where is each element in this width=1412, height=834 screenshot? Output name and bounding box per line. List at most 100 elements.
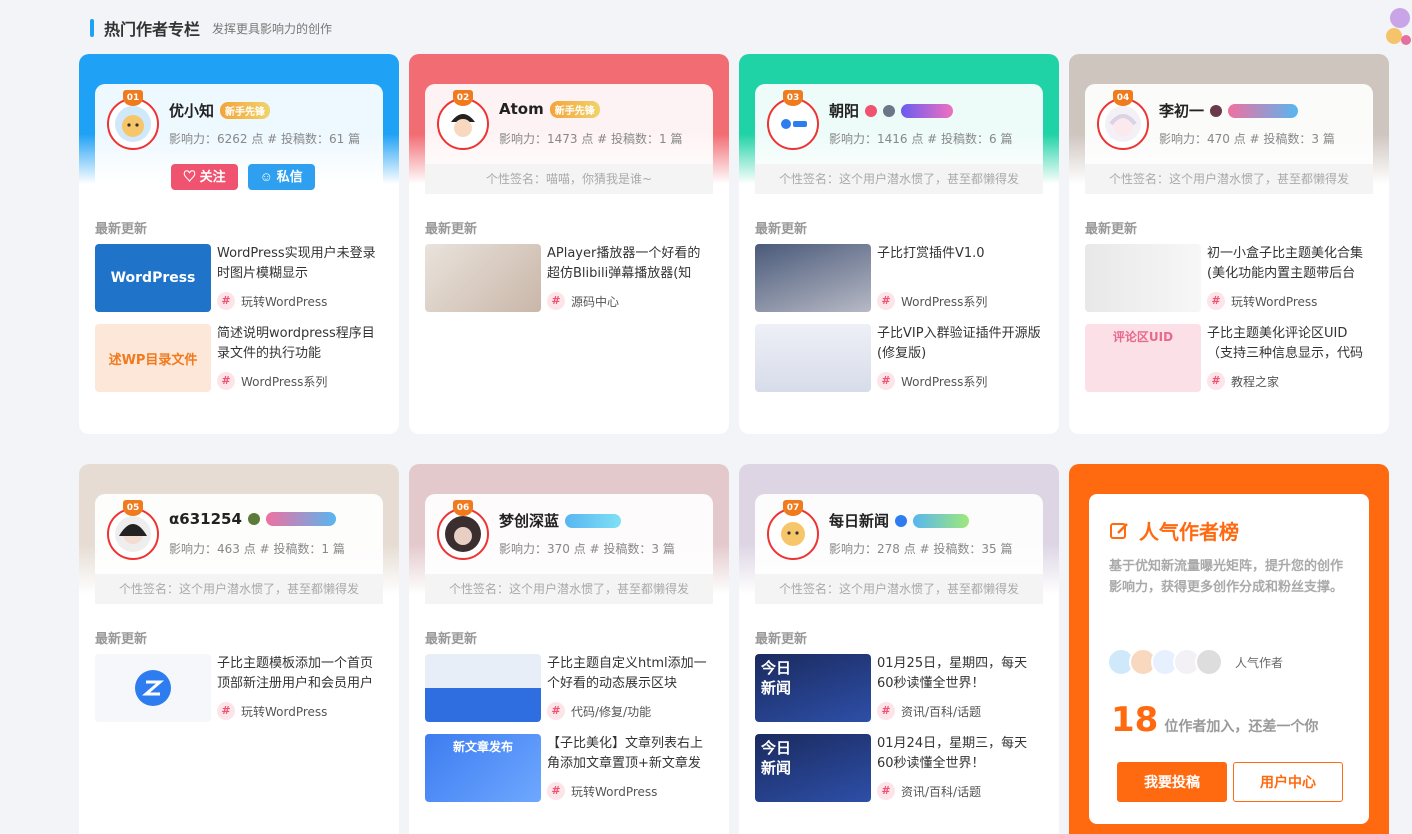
post-thumbnail[interactable]: WordPress [95, 244, 211, 312]
ranking-title: 人气作者榜 [1109, 516, 1239, 545]
heart-icon: ♡ [183, 169, 197, 184]
avatar[interactable]: 06 [437, 500, 489, 560]
author-stats: 影响力：470 点 # 投稿数：3 篇 [1159, 132, 1335, 146]
post-thumbnail[interactable]: 述WP目录文件 [95, 324, 211, 392]
author-name[interactable]: Atom [499, 100, 544, 118]
popular-authors-card: 人气作者榜 基于优知新流量曝光矩阵，提升您的创作影响力，获得更多创作分成和粉丝支… [1069, 464, 1389, 834]
rank-badge: 07 [783, 500, 803, 516]
post-item[interactable]: WordPress WordPress实现用户未登录时图片模糊显示 # 玩转Wor… [95, 244, 385, 312]
rank-badge: 06 [453, 500, 473, 516]
author-name[interactable]: 朝阳 [829, 100, 859, 121]
author-name[interactable]: 优小知 [169, 100, 214, 121]
post-thumbnail[interactable] [1085, 244, 1201, 312]
post-title[interactable]: 简述说明wordpress程序目录文件的执行功能 [217, 324, 383, 364]
post-item[interactable]: 新文章发布 【子比美化】文章列表右上角添加文章置顶+新文章发 # 玩转WordPr… [425, 734, 715, 802]
post-title[interactable]: 01月25日，星期四，每天60秒读懂全世界！ [877, 654, 1043, 694]
post-title[interactable]: 【子比美化】文章列表右上角添加文章置顶+新文章发 [547, 734, 713, 774]
post-category[interactable]: # 资讯/百科/话题 [877, 782, 981, 800]
post-thumbnail[interactable]: 今日新闻 [755, 654, 871, 722]
hashtag-icon: # [547, 782, 565, 800]
section-subtitle: 发挥更具影响力的创作 [212, 21, 333, 36]
post-thumbnail[interactable]: 今日新闻 [755, 734, 871, 802]
post-category[interactable]: # WordPress系列 [877, 372, 987, 390]
post-category[interactable]: # 源码中心 [547, 292, 619, 310]
post-item[interactable]: 今日新闻 01月25日，星期四，每天60秒读懂全世界！ # 资讯/百科/话题 [755, 654, 1045, 722]
avatar[interactable]: 04 [1097, 90, 1149, 150]
avatar-icon [1105, 106, 1141, 142]
rank-badge: 04 [1113, 90, 1133, 106]
post-thumbnail[interactable]: 评论区UID [1085, 324, 1201, 392]
author-profile: 06 梦创深蓝 影响力：370 点 # 投稿数：3 篇 个性签名：这个用户潜水惯… [425, 494, 713, 604]
post-item[interactable]: 子比主题模板添加一个首页顶部新注册用户和会员用户 # 玩转WordPress [95, 654, 385, 722]
post-thumbnail[interactable] [755, 324, 871, 392]
post-title[interactable]: WordPress实现用户未登录时图片模糊显示 [217, 244, 383, 284]
post-title[interactable]: 子比主题模板添加一个首页顶部新注册用户和会员用户 [217, 654, 383, 694]
post-thumbnail[interactable]: 新文章发布 [425, 734, 541, 802]
avatar[interactable]: 01 [107, 90, 159, 150]
author-profile: 04 李初一 影响力：470 点 # 投稿数：3 篇 个性签名：这个用户潜水惯了… [1085, 84, 1373, 194]
post-thumbnail[interactable] [425, 654, 541, 722]
submit-post-button[interactable]: 我要投稿 [1117, 762, 1227, 802]
latest-updates-label: 最新更新 [95, 632, 148, 647]
post-title[interactable]: 01月24日，星期三，每天60秒读懂全世界！ [877, 734, 1043, 774]
author-name[interactable]: α631254 [169, 510, 242, 528]
hashtag-icon: # [877, 702, 895, 720]
author-name[interactable]: 梦创深蓝 [499, 510, 559, 531]
hashtag-icon: # [217, 702, 235, 720]
level-badge: 新手先锋 [549, 100, 600, 118]
post-item[interactable]: 子比主题自定义html添加一个好看的动态展示区块 # 代码/修复/功能 [425, 654, 715, 722]
latest-updates-label: 最新更新 [95, 222, 148, 237]
author-profile: 02 Atom 新手先锋 影响力：1473 点 # 投稿数：1 篇 个性签名：喵… [425, 84, 713, 194]
author-card-6: 06 梦创深蓝 影响力：370 点 # 投稿数：3 篇 个性签名：这个用户潜水惯… [409, 464, 729, 834]
post-item[interactable]: APlayer播放器一个好看的超仿Blibili弹幕播放器(知 # 源码中心 [425, 244, 715, 312]
author-card-5: 05 α631254 影响力：463 点 # 投稿数：1 篇 个性签名：这个用户… [79, 464, 399, 834]
rank-badge: 02 [453, 90, 473, 106]
post-item[interactable]: 今日新闻 01月24日，星期三，每天60秒读懂全世界！ # 资讯/百科/话题 [755, 734, 1045, 802]
post-category[interactable]: # WordPress系列 [877, 292, 987, 310]
post-thumbnail[interactable] [425, 244, 541, 312]
avatar[interactable]: 07 [767, 500, 819, 560]
post-category[interactable]: # 玩转WordPress [1207, 292, 1317, 310]
avatar-icon [775, 106, 811, 142]
avatar[interactable]: 03 [767, 90, 819, 150]
user-center-button[interactable]: 用户中心 [1233, 762, 1343, 802]
avatar[interactable]: 02 [437, 90, 489, 150]
author-card-2: 02 Atom 新手先锋 影响力：1473 点 # 投稿数：1 篇 个性签名：喵… [409, 54, 729, 434]
author-name[interactable]: 每日新闻 [829, 510, 889, 531]
author-signature: 个性签名：这个用户潜水惯了，甚至都懒得发 [755, 574, 1043, 604]
author-stats: 影响力：6262 点 # 投稿数：61 篇 [169, 132, 361, 146]
post-title[interactable]: 子比主题自定义html添加一个好看的动态展示区块 [547, 654, 713, 694]
avatar[interactable] [1195, 648, 1223, 676]
post-thumbnail[interactable] [755, 244, 871, 312]
avatar-icon [775, 516, 811, 552]
author-card-7: 07 每日新闻 影响力：278 点 # 投稿数：35 篇 个性签名：这个用户潜水… [739, 464, 1059, 834]
rank-badge: 01 [123, 90, 143, 106]
vip-icon [865, 104, 878, 117]
post-item[interactable]: 子比打赏插件V1.0 # WordPress系列 [755, 244, 1045, 312]
follow-button[interactable]: ♡ 关注 [171, 164, 238, 190]
section-title: 热门作者专栏 [104, 20, 201, 39]
post-item[interactable]: 初一小盒子比主题美化合集(美化功能内置主题带后台 # 玩转WordPress [1085, 244, 1375, 312]
post-item[interactable]: 子比VIP入群验证插件开源版(修复版) # WordPress系列 [755, 324, 1045, 392]
title-badge [901, 103, 954, 118]
post-title[interactable]: 子比打赏插件V1.0 [877, 244, 1043, 284]
post-category[interactable]: # 资讯/百科/话题 [877, 702, 981, 720]
post-category[interactable]: # 玩转WordPress [547, 782, 657, 800]
post-category[interactable]: # 教程之家 [1207, 372, 1279, 390]
post-title[interactable]: 子比VIP入群验证插件开源版(修复版) [877, 324, 1043, 364]
post-title[interactable]: APlayer播放器一个好看的超仿Blibili弹幕播放器(知 [547, 244, 713, 284]
post-thumbnail[interactable] [95, 654, 211, 722]
post-title[interactable]: 初一小盒子比主题美化合集(美化功能内置主题带后台 [1207, 244, 1373, 284]
post-title[interactable]: 子比主题美化评论区UID（支持三种信息显示，代码 [1207, 324, 1373, 364]
message-button[interactable]: ☺ 私信 [247, 164, 315, 190]
post-category[interactable]: # 代码/修复/功能 [547, 702, 651, 720]
author-name[interactable]: 李初一 [1159, 100, 1204, 121]
hashtag-icon: # [877, 292, 895, 310]
post-category[interactable]: # 玩转WordPress [217, 292, 327, 310]
rank-badge: 03 [783, 90, 803, 106]
avatar[interactable]: 05 [107, 500, 159, 560]
post-item[interactable]: 评论区UID 子比主题美化评论区UID（支持三种信息显示，代码 # 教程之家 [1085, 324, 1375, 392]
post-category[interactable]: # WordPress系列 [217, 372, 327, 390]
post-item[interactable]: 述WP目录文件 简述说明wordpress程序目录文件的执行功能 # WordPr… [95, 324, 385, 392]
post-category[interactable]: # 玩转WordPress [217, 702, 327, 720]
